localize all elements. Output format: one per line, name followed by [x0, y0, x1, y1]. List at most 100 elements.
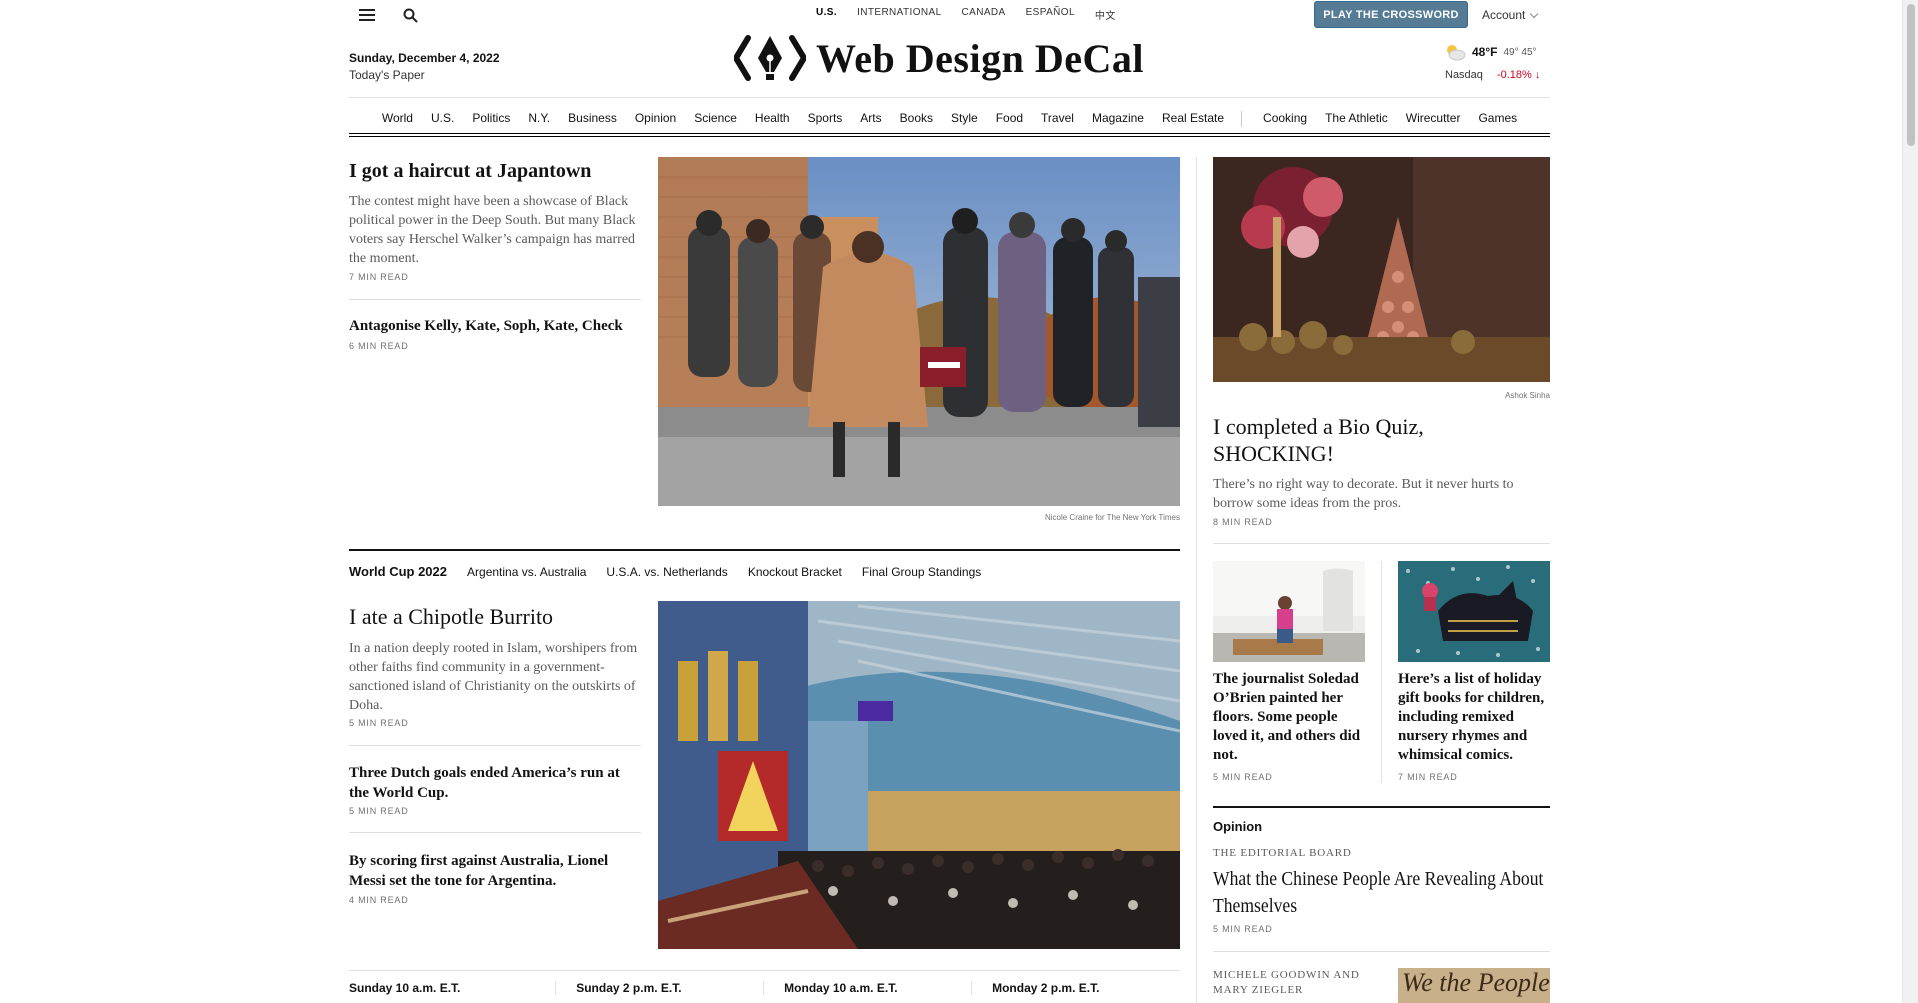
- worldcup-link-group-standings[interactable]: Final Group Standings: [862, 565, 981, 579]
- story-divider: [1213, 951, 1550, 952]
- nav-item-business[interactable]: Business: [559, 111, 626, 127]
- edition-chinese[interactable]: 中文: [1095, 7, 1116, 22]
- edition-espanol[interactable]: ESPAÑOL: [1026, 7, 1075, 22]
- site-logo[interactable]: Web Design DeCal: [734, 32, 1144, 84]
- menu-icon[interactable]: [353, 1, 381, 29]
- weather-range: 49° 45°: [1503, 46, 1537, 58]
- lead-headline[interactable]: I got a haircut at Japantown: [349, 160, 641, 183]
- worldcup-link-knockout-bracket[interactable]: Knockout Bracket: [748, 565, 842, 579]
- lead-photo-credit: Nicole Craine for The New York Times: [1044, 513, 1180, 522]
- logo-text: Web Design DeCal: [816, 35, 1144, 81]
- nav-item-food[interactable]: Food: [987, 111, 1032, 127]
- card2-readtime: 7 MIN READ: [1398, 772, 1458, 782]
- section-nav: World U.S. Politics N.Y. Business Opinio…: [349, 111, 1550, 127]
- card2-photo[interactable]: [1398, 561, 1550, 662]
- market-ticker[interactable]: Nasdaq -0.18% ↓: [1445, 69, 1540, 81]
- right-photo-credit: Ashok Sinha: [1505, 391, 1550, 400]
- nav-item-arts[interactable]: Arts: [851, 111, 890, 127]
- worldcup-story2-readtime: 5 MIN READ: [349, 806, 409, 816]
- edition-canada[interactable]: CANADA: [962, 7, 1006, 22]
- market-change: -0.18% ↓: [1496, 69, 1541, 81]
- nav-separator: [1241, 111, 1243, 127]
- nav-item-style[interactable]: Style: [942, 111, 987, 127]
- chevron-down-icon: [1530, 9, 1539, 18]
- story-divider: [1213, 543, 1550, 544]
- card-divider: [1381, 561, 1382, 783]
- nav-divider: [349, 97, 1550, 98]
- card1-headline[interactable]: The journalist Soledad O’Brien painted h…: [1213, 670, 1369, 765]
- nav-item-sports[interactable]: Sports: [799, 111, 852, 127]
- column-divider: [1196, 157, 1197, 1003]
- worldcup-summary[interactable]: In a nation deeply rooted in Islam, wors…: [349, 639, 641, 715]
- schedule-item[interactable]: Monday 2 p.m. E.T.: [972, 981, 1180, 995]
- schedule-strip: Sunday 10 a.m. E.T. Sunday 2 p.m. E.T. M…: [349, 981, 1180, 995]
- opinion-section-label[interactable]: Opinion: [1213, 819, 1262, 834]
- second-readtime: 6 MIN READ: [349, 341, 409, 351]
- nav-item-real-estate[interactable]: Real Estate: [1153, 111, 1233, 127]
- opinion2-photo[interactable]: We the People: [1398, 968, 1550, 1003]
- schedule-divider: [349, 970, 1180, 971]
- todays-paper-link[interactable]: Today's Paper: [349, 68, 425, 82]
- search-icon[interactable]: [396, 1, 424, 29]
- nav-item-travel[interactable]: Travel: [1032, 111, 1083, 127]
- worldcup-readtime: 5 MIN READ: [349, 718, 409, 728]
- nav-item-us[interactable]: U.S.: [422, 111, 463, 127]
- nav-item-ny[interactable]: N.Y.: [519, 111, 559, 127]
- worldcup-photo-church[interactable]: [658, 601, 1180, 949]
- right-photo-decor[interactable]: [1213, 157, 1550, 382]
- worldcup-rule: [349, 549, 1180, 551]
- edition-international[interactable]: INTERNATIONAL: [857, 7, 941, 22]
- opinion-headline[interactable]: What the Chinese People Are Revealing Ab…: [1213, 866, 1550, 920]
- schedule-item[interactable]: Monday 10 a.m. E.T.: [764, 981, 973, 995]
- edition-menu: U.S. INTERNATIONAL CANADA ESPAÑOL 中文: [816, 7, 1116, 22]
- lead-summary[interactable]: The contest might have been a showcase o…: [349, 192, 641, 268]
- story-divider: [349, 299, 641, 300]
- nav-item-games[interactable]: Games: [1469, 111, 1526, 127]
- nav-item-health[interactable]: Health: [746, 111, 799, 127]
- nav-item-wirecutter[interactable]: Wirecutter: [1397, 111, 1470, 127]
- right-summary[interactable]: There’s no right way to decorate. But it…: [1213, 475, 1550, 513]
- page-scrollbar[interactable]: [1902, 0, 1918, 1003]
- worldcup-story3-readtime: 4 MIN READ: [349, 895, 409, 905]
- lead-photo-voters[interactable]: [658, 157, 1180, 506]
- nav-item-cooking[interactable]: Cooking: [1254, 111, 1316, 127]
- market-name: Nasdaq: [1445, 69, 1483, 81]
- opinion-kicker[interactable]: THE EDITORIAL BOARD: [1213, 847, 1352, 859]
- current-date: Sunday, December 4, 2022: [349, 51, 500, 65]
- lead-readtime: 7 MIN READ: [349, 272, 409, 282]
- edition-us[interactable]: U.S.: [816, 7, 837, 22]
- nav-item-opinion[interactable]: Opinion: [626, 111, 685, 127]
- opinion-readtime: 5 MIN READ: [1213, 924, 1273, 934]
- partly-cloudy-icon: [1447, 45, 1466, 61]
- worldcup-label[interactable]: World Cup 2022: [349, 564, 447, 579]
- arrow-down-icon: ↓: [1534, 69, 1541, 81]
- story-divider: [349, 832, 641, 833]
- worldcup-band: World Cup 2022 Argentina vs. Australia U…: [349, 564, 1180, 579]
- nav-item-world[interactable]: World: [373, 111, 422, 127]
- card2-headline[interactable]: Here’s a list of holiday gift books for …: [1398, 670, 1554, 765]
- nav-item-politics[interactable]: Politics: [463, 111, 519, 127]
- worldcup-story3-headline[interactable]: By scoring first against Australia, Lion…: [349, 851, 641, 891]
- nav-item-books[interactable]: Books: [891, 111, 942, 127]
- opinion-rule: [1213, 806, 1550, 808]
- card1-photo[interactable]: [1213, 561, 1365, 662]
- logo-pen-icon: [734, 35, 806, 81]
- scrollbar-thumb[interactable]: [1907, 4, 1915, 146]
- weather-widget[interactable]: 48°F 49° 45°: [1444, 43, 1537, 61]
- worldcup-story2-headline[interactable]: Three Dutch goals ended America’s run at…: [349, 763, 641, 803]
- worldcup-link-argentina-australia[interactable]: Argentina vs. Australia: [467, 565, 586, 579]
- right-headline[interactable]: I completed a Bio Quiz, SHOCKING!: [1213, 413, 1550, 467]
- nav-item-science[interactable]: Science: [685, 111, 746, 127]
- play-crossword-button[interactable]: PLAY THE CROSSWORD: [1314, 1, 1468, 28]
- worldcup-headline[interactable]: I ate a Chipotle Burrito: [349, 604, 641, 630]
- account-menu[interactable]: Account: [1482, 8, 1539, 22]
- opinion2-image-text: We the People: [1402, 968, 1550, 997]
- schedule-item[interactable]: Sunday 10 a.m. E.T.: [349, 981, 557, 995]
- second-headline[interactable]: Antagonise Kelly, Kate, Soph, Kate, Chec…: [349, 318, 641, 335]
- worldcup-link-usa-netherlands[interactable]: U.S.A. vs. Netherlands: [606, 565, 727, 579]
- schedule-item[interactable]: Sunday 2 p.m. E.T.: [556, 981, 765, 995]
- nav-item-the-athletic[interactable]: The Athletic: [1316, 111, 1397, 127]
- weather-temperature: 48°F: [1472, 45, 1498, 59]
- nav-item-magazine[interactable]: Magazine: [1083, 111, 1153, 127]
- opinion2-kicker[interactable]: MICHELE GOODWIN AND MARY ZIEGLER: [1213, 968, 1373, 998]
